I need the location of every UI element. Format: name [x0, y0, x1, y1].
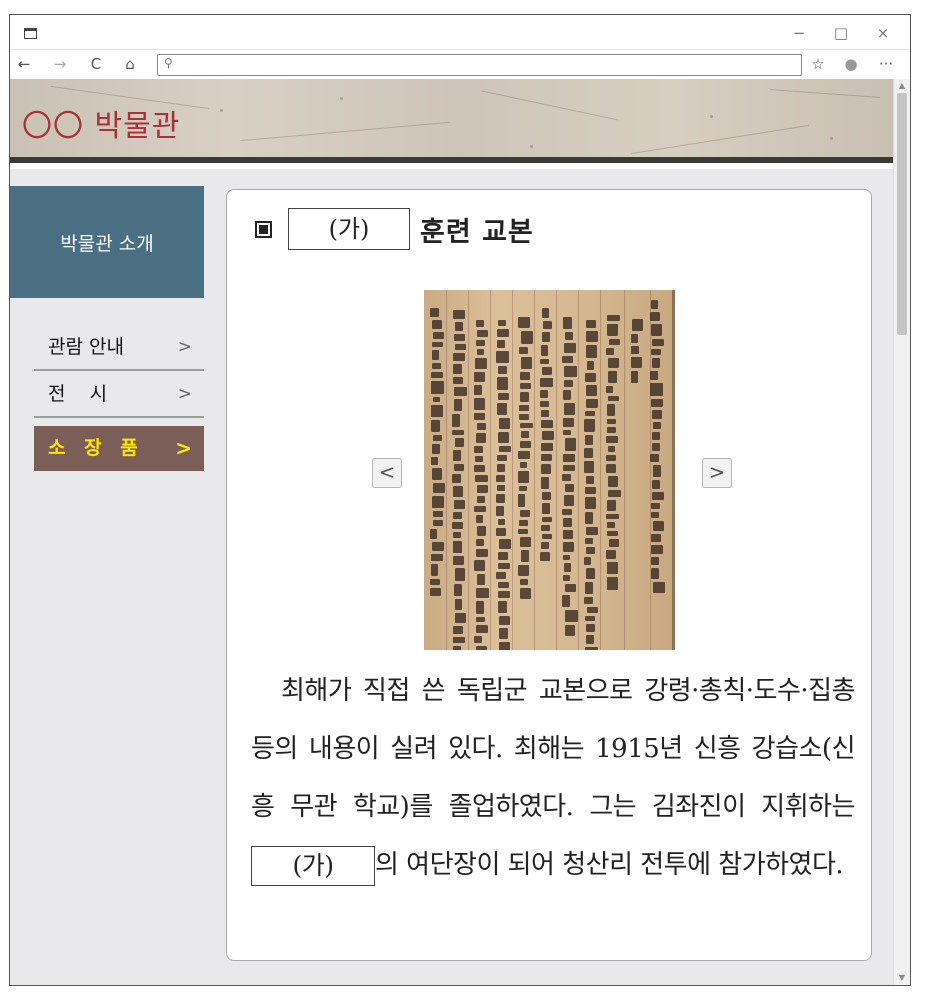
- image-viewer: < >: [227, 290, 871, 650]
- address-bar[interactable]: ⚲: [157, 54, 802, 76]
- scroll-thumb[interactable]: [897, 93, 907, 335]
- description-part-1: 최해가 직접 쓴 독립군 교본으로 강령·총칙·도수·집총 등의 내용이 실려 …: [251, 676, 856, 822]
- chevron-right-icon: >: [177, 384, 192, 404]
- search-icon: ⚲: [164, 56, 173, 70]
- sidebar-item-label: 전 시: [48, 383, 108, 405]
- title-blank-box: (가): [288, 208, 410, 250]
- sidebar: 박물관 소개 관람 안내 > 전 시 > 소 장 품 >: [10, 186, 204, 471]
- description-part-2: 의 여단장이 되어 청산리 전투에 참가하였다.: [375, 850, 844, 880]
- back-button[interactable]: ←: [12, 53, 36, 75]
- scroll-down-arrow-icon[interactable]: ▼: [894, 971, 910, 985]
- manuscript-image: [424, 290, 675, 650]
- close-button[interactable]: ×: [862, 23, 904, 43]
- inline-blank-box: (가): [251, 846, 375, 886]
- home-icon[interactable]: ⌂: [118, 53, 142, 75]
- sidebar-heading[interactable]: 박물관 소개: [10, 186, 204, 298]
- main-area: 박물관 소개 관람 안내 > 전 시 > 소 장 품 > (가) 훈련 교본 <…: [10, 169, 894, 985]
- minimize-button[interactable]: −: [778, 23, 820, 43]
- chevron-right-icon: >: [175, 436, 192, 460]
- maximize-button[interactable]: □: [820, 23, 862, 43]
- sidebar-item-label: 소 장 품: [48, 437, 144, 459]
- site-title[interactable]: 〇〇 박물관: [22, 101, 180, 145]
- site-header: 〇〇 박물관: [10, 79, 894, 163]
- page-title: (가) 훈련 교본: [255, 206, 534, 252]
- window-controls: − □ ×: [778, 23, 904, 43]
- title-text: 훈련 교본: [420, 216, 534, 248]
- navigation-bar: ← → C ⌂ ⚲ ☆ ● ···: [10, 49, 910, 79]
- vertical-scrollbar[interactable]: ▲ ▼: [893, 79, 910, 985]
- window-icon: [24, 28, 37, 39]
- sidebar-item-visit-guide[interactable]: 관람 안내 >: [34, 324, 204, 371]
- address-input[interactable]: [180, 56, 790, 74]
- description-text: 최해가 직접 쓴 독립군 교본으로 강령·총칙·도수·집총 등의 내용이 실려 …: [251, 662, 856, 894]
- chevron-right-icon: >: [177, 337, 192, 357]
- sidebar-item-exhibition[interactable]: 전 시 >: [34, 371, 204, 418]
- reload-button[interactable]: C: [84, 53, 108, 75]
- title-bar: − □ ×: [10, 15, 910, 49]
- sidebar-item-collection[interactable]: 소 장 품 >: [34, 426, 204, 471]
- sidebar-menu: 관람 안내 > 전 시 > 소 장 품 >: [10, 324, 204, 471]
- sidebar-item-label: 관람 안내: [48, 336, 124, 358]
- more-menu-icon[interactable]: ···: [874, 53, 898, 75]
- next-image-button[interactable]: >: [702, 458, 732, 488]
- forward-button[interactable]: →: [48, 53, 72, 75]
- browser-window: − □ × ← → C ⌂ ⚲ ☆ ● ··· 〇〇 박물관 박물관 소개 관람…: [9, 14, 911, 986]
- scroll-up-arrow-icon[interactable]: ▲: [894, 79, 910, 93]
- favorites-icon[interactable]: ☆: [806, 53, 830, 75]
- previous-image-button[interactable]: <: [372, 458, 402, 488]
- profile-icon[interactable]: ●: [839, 53, 863, 75]
- collection-detail-card: (가) 훈련 교본 < > 최해가 직접 쓴 독립군 교본으로 강령·총칙·도수…: [226, 189, 872, 961]
- square-bullet-icon: [255, 220, 272, 238]
